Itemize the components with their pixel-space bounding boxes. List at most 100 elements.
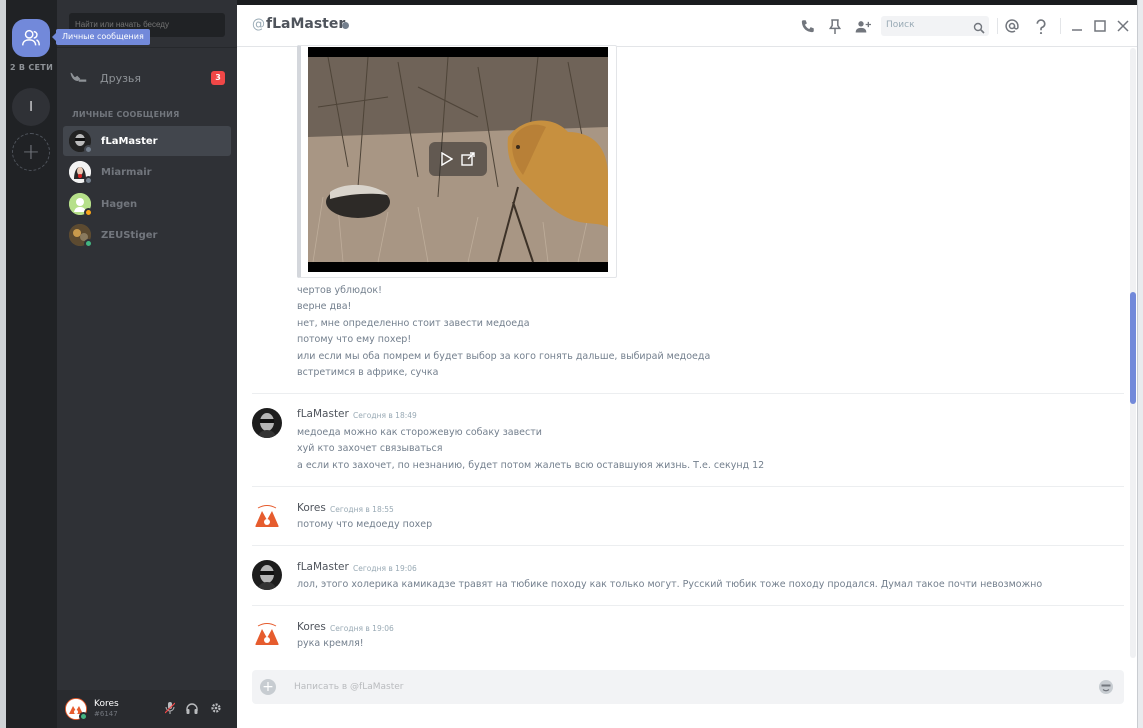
dm-section-header: ЛИЧНЫЕ СООБЩЕНИЯ	[72, 110, 180, 119]
username: Kores	[94, 699, 119, 709]
status-dot	[84, 208, 93, 217]
message-author[interactable]: Kores	[297, 621, 326, 633]
chat-area: @ fLaMaster Поиск чертов ублюдок! верне …	[237, 5, 1137, 728]
avatar	[69, 193, 93, 217]
upload-button[interactable]: +	[260, 679, 276, 695]
close-icon	[1117, 20, 1129, 32]
gear-icon	[211, 703, 221, 713]
chat-header: @ fLaMaster Поиск	[237, 5, 1137, 47]
dm-sidebar: Друзья 3 ЛИЧНЫЕ СООБЩЕНИЯ fLaMaster Miar…	[57, 0, 237, 728]
dm-name: ZEUStiger	[101, 229, 158, 241]
dm-item-flamaster[interactable]: fLaMaster	[63, 126, 231, 156]
message-line: лол, этого холерика камикадзе травят на …	[297, 579, 1043, 590]
play-icon[interactable]	[441, 152, 453, 166]
pin-icon	[829, 18, 841, 34]
header-search[interactable]: Поиск	[881, 16, 989, 36]
dm-item-zeustiger[interactable]: ZEUStiger	[63, 220, 231, 250]
avatar	[69, 224, 93, 248]
settings-button[interactable]	[209, 701, 223, 715]
channel-title: fLaMaster	[266, 16, 346, 32]
avatar	[69, 161, 93, 185]
at-icon	[1005, 19, 1019, 33]
status-dot	[79, 712, 88, 721]
microphone-icon	[165, 702, 175, 714]
message-line: верне два!	[297, 301, 352, 312]
friends-label: Друзья	[100, 71, 142, 85]
divider	[57, 47, 237, 48]
message-timestamp: Сегодня в 19:06	[330, 624, 394, 633]
message-avatar[interactable]	[252, 620, 282, 650]
message-composer[interactable]: + Написать в @fLaMaster	[252, 670, 1124, 704]
video-player[interactable]	[308, 47, 608, 272]
message-line: чертов ублюдок!	[297, 285, 382, 296]
home-button[interactable]	[12, 19, 50, 57]
headphones-icon	[186, 702, 198, 714]
avatar	[69, 130, 93, 154]
add-server-button[interactable]: +	[12, 133, 50, 171]
dm-item-miarmair[interactable]: Miarmair	[63, 157, 231, 187]
dm-item-hagen[interactable]: Hagen	[63, 189, 231, 219]
server-icon[interactable]: I	[12, 88, 50, 126]
maximize-button[interactable]	[1092, 18, 1108, 34]
friends-badge: 3	[211, 71, 225, 85]
user-tag: #6147	[94, 710, 118, 718]
emoji-button[interactable]	[1098, 679, 1114, 699]
message-timestamp: Сегодня в 18:49	[353, 411, 417, 420]
search-placeholder: Поиск	[886, 20, 915, 30]
emoji-icon	[1099, 680, 1113, 694]
plus-icon: +	[21, 139, 41, 165]
message-avatar[interactable]	[252, 502, 282, 532]
close-button[interactable]	[1115, 18, 1131, 34]
divider	[997, 18, 998, 34]
external-link-icon[interactable]	[461, 152, 475, 166]
phone-icon	[801, 19, 814, 32]
user-panel: Kores #6147	[57, 690, 237, 728]
message-line: или если мы оба помрем и будет выбор за …	[297, 351, 711, 362]
message-timestamp: Сегодня в 18:55	[330, 505, 394, 514]
add-friend-button[interactable]	[855, 18, 871, 34]
dm-name: fLaMaster	[101, 135, 158, 147]
status-dot	[84, 145, 93, 154]
minimize-icon	[1072, 29, 1082, 31]
message-author[interactable]: Kores	[297, 502, 326, 514]
message-line: потому что ему похер!	[297, 334, 412, 345]
user-avatar[interactable]	[65, 698, 88, 721]
deafen-button[interactable]	[185, 701, 199, 715]
message-divider	[252, 486, 1124, 487]
plus-icon: +	[262, 679, 274, 695]
message-timestamp: Сегодня в 19:06	[353, 564, 417, 573]
minimize-button[interactable]	[1069, 18, 1085, 34]
message-input-placeholder[interactable]: Написать в @fLaMaster	[294, 682, 404, 692]
message-divider	[252, 393, 1124, 394]
help-icon	[1036, 18, 1046, 34]
message-line: а если кто захочет, по незнанию, будет п…	[297, 460, 765, 471]
add-user-icon	[855, 20, 871, 32]
status-dot	[84, 239, 93, 248]
message-avatar[interactable]	[252, 408, 282, 438]
message-avatar[interactable]	[252, 560, 282, 590]
people-icon	[22, 29, 40, 46]
message-author[interactable]: fLaMaster	[297, 561, 349, 573]
scrollbar-thumb[interactable]	[1130, 292, 1136, 404]
search-icon	[973, 19, 985, 38]
mute-button[interactable]	[163, 701, 177, 715]
play-controls[interactable]	[429, 142, 487, 176]
message-divider	[252, 545, 1124, 546]
friends-icon	[63, 71, 93, 85]
pinned-button[interactable]	[827, 18, 843, 34]
message-line: рука кремля!	[297, 638, 364, 649]
message-line: потому что медоеду похер	[297, 519, 433, 530]
online-count: 2 В СЕТИ	[9, 63, 54, 72]
message-author[interactable]: fLaMaster	[297, 408, 349, 420]
at-symbol: @	[252, 17, 265, 32]
message-line: встретимся в африке, сучка	[297, 367, 439, 378]
desktop-edge-right	[1137, 0, 1143, 728]
dm-name: Miarmair	[101, 166, 152, 178]
server-rail: 2 В СЕТИ I +	[6, 0, 57, 728]
message-line: медоеда можно как сторожевую собаку заве…	[297, 427, 542, 438]
call-button[interactable]	[799, 18, 815, 34]
status-dot	[342, 22, 349, 29]
help-button[interactable]	[1033, 18, 1049, 34]
friends-nav-item[interactable]: Друзья 3	[63, 66, 231, 90]
mentions-button[interactable]	[1004, 18, 1020, 34]
